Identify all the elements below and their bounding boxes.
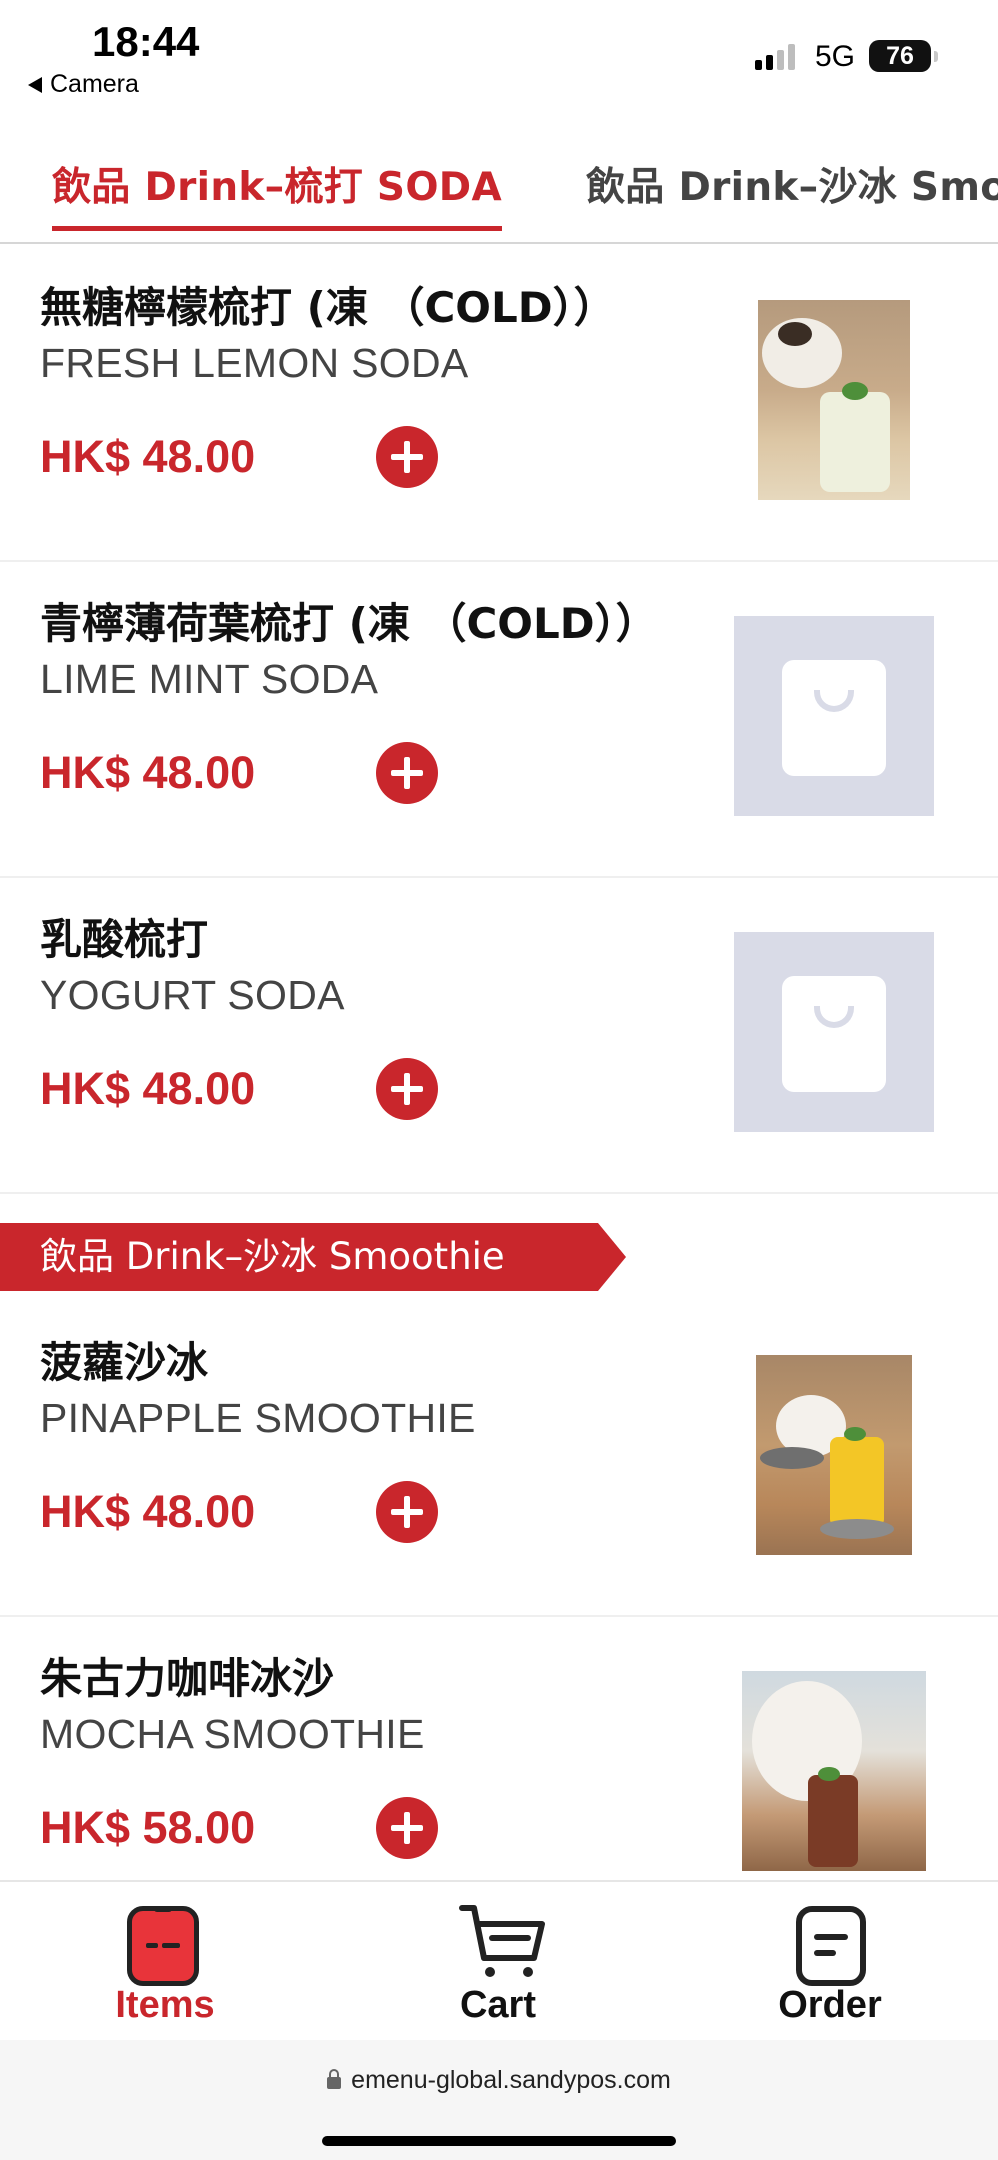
status-time: 18:44 bbox=[92, 18, 200, 65]
url-text: emenu-global.sandypos.com bbox=[351, 2066, 671, 2094]
item-price: HK$ 48.00 bbox=[40, 1063, 256, 1114]
cart-icon bbox=[459, 1905, 545, 1977]
item-name-en: FRESH LEMON SODA bbox=[40, 340, 469, 386]
back-arrow-icon bbox=[28, 76, 42, 93]
item-name-en: PINAPPLE SMOOTHIE bbox=[40, 1395, 476, 1441]
image-placeholder bbox=[734, 616, 934, 816]
order-icon bbox=[796, 1906, 866, 1986]
section-header-smoothie: 飲品 Drink–沙冰 Smoothie bbox=[0, 1223, 626, 1291]
tab-smoothie[interactable]: 飲品 Drink–沙冰 Smoothie bbox=[586, 156, 998, 212]
item-price: HK$ 48.00 bbox=[40, 1486, 256, 1537]
menu-item[interactable]: 無糖檸檬梳打 (凍 （COLD）） FRESH LEMON SODA HK$ 4… bbox=[0, 246, 998, 562]
nav-cart-label: Cart bbox=[459, 1984, 537, 2026]
add-to-cart-button[interactable] bbox=[376, 1797, 438, 1859]
item-photo[interactable] bbox=[758, 300, 910, 500]
item-photo[interactable] bbox=[756, 1355, 912, 1555]
browser-address-bar[interactable]: emenu-global.sandypos.com bbox=[0, 2040, 998, 2160]
menu-item[interactable]: 朱古力咖啡冰沙 MOCHA SMOOTHIE HK$ 58.00 bbox=[0, 1617, 998, 1880]
item-name-zh: 菠蘿沙冰 bbox=[40, 1338, 209, 1387]
menu-item[interactable]: 青檸薄荷葉梳打 (凍 （COLD）） LIME MINT SODA HK$ 48… bbox=[0, 562, 998, 878]
category-tabs: 飲品 Drink–梳打 SODA 飲品 Drink–沙冰 Smoothie bbox=[0, 130, 998, 244]
item-name-zh: 朱古力咖啡冰沙 bbox=[40, 1654, 335, 1703]
item-name-zh: 青檸薄荷葉梳打 (凍 （COLD）） bbox=[40, 599, 658, 648]
shopping-bag-icon bbox=[782, 660, 886, 776]
item-name-en: YOGURT SODA bbox=[40, 972, 345, 1018]
items-icon bbox=[127, 1906, 199, 1986]
menu-list: 無糖檸檬梳打 (凍 （COLD）） FRESH LEMON SODA HK$ 4… bbox=[0, 246, 998, 1880]
tab-soda[interactable]: 飲品 Drink–梳打 SODA bbox=[52, 156, 502, 231]
shopping-bag-icon bbox=[782, 976, 886, 1092]
item-name-en: LIME MINT SODA bbox=[40, 656, 379, 702]
item-photo[interactable] bbox=[742, 1671, 926, 1871]
nav-order-label: Order bbox=[778, 1984, 882, 2026]
item-price: HK$ 48.00 bbox=[40, 747, 256, 798]
lock-icon bbox=[327, 2069, 342, 2089]
home-indicator[interactable] bbox=[322, 2136, 676, 2146]
add-to-cart-button[interactable] bbox=[376, 1058, 438, 1120]
item-name-zh: 無糖檸檬梳打 (凍 （COLD）） bbox=[40, 283, 616, 332]
item-price: HK$ 48.00 bbox=[40, 431, 256, 482]
battery-icon: 76 bbox=[869, 40, 938, 72]
nav-items-label: Items bbox=[115, 1984, 215, 2026]
add-to-cart-button[interactable] bbox=[376, 426, 438, 488]
menu-item[interactable]: 乳酸梳打 YOGURT SODA HK$ 48.00 bbox=[0, 878, 998, 1194]
image-placeholder bbox=[734, 932, 934, 1132]
add-to-cart-button[interactable] bbox=[376, 1481, 438, 1543]
menu-item[interactable]: 菠蘿沙冰 PINAPPLE SMOOTHIE HK$ 48.00 bbox=[0, 1301, 998, 1617]
back-label: Camera bbox=[50, 70, 139, 98]
status-bar: 18:44 Camera 5G 76 bbox=[0, 0, 998, 120]
add-to-cart-button[interactable] bbox=[376, 742, 438, 804]
cellular-signal-icon bbox=[755, 44, 795, 70]
bottom-nav: Items Cart Order bbox=[0, 1880, 998, 2040]
item-name-zh: 乳酸梳打 bbox=[40, 915, 209, 964]
url-display[interactable]: emenu-global.sandypos.com bbox=[0, 2066, 998, 2095]
back-to-camera-link[interactable]: Camera bbox=[28, 70, 139, 99]
item-name-en: MOCHA SMOOTHIE bbox=[40, 1711, 425, 1757]
network-type: 5G bbox=[815, 40, 856, 73]
item-price: HK$ 58.00 bbox=[40, 1802, 256, 1853]
